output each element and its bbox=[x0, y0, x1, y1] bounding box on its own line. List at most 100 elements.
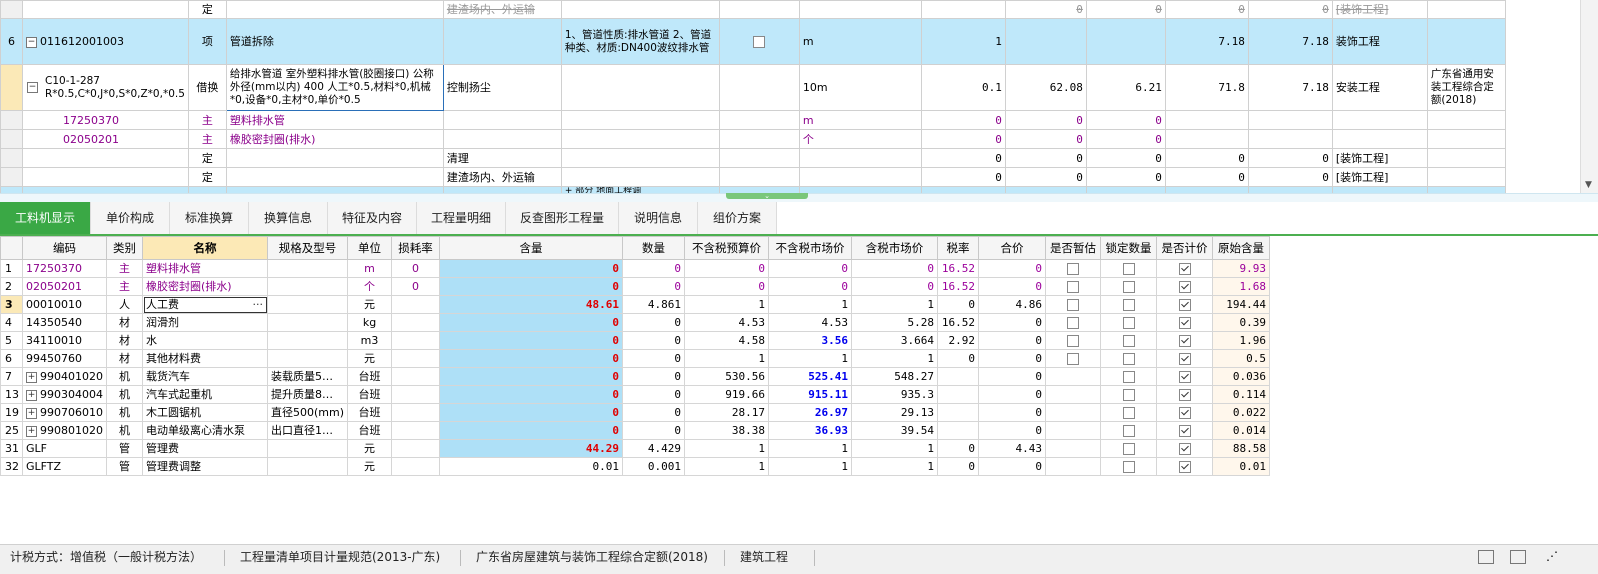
bill-cell-p2[interactable]: 0 bbox=[1085, 110, 1166, 130]
material-cell-loss[interactable]: 0 bbox=[391, 277, 441, 296]
bill-cell-p2[interactable]: 0 bbox=[1085, 129, 1166, 149]
material-cell-rownum[interactable]: 25 bbox=[0, 421, 23, 440]
material-cell-spec[interactable]: 装载质量5… bbox=[266, 367, 349, 386]
material-cell-content[interactable]: 0 bbox=[439, 259, 624, 278]
bill-cell-type[interactable]: 定 bbox=[187, 148, 227, 168]
material-cell-total[interactable]: 0 bbox=[978, 349, 1047, 368]
checkbox-icon[interactable] bbox=[1122, 371, 1135, 383]
column-header-original-content[interactable]: 原始含量 bbox=[1212, 236, 1271, 260]
material-cell-tax-rate[interactable] bbox=[937, 385, 980, 404]
bill-cell-type[interactable]: 定 bbox=[187, 167, 227, 187]
material-cell-is-estimate[interactable] bbox=[1045, 421, 1102, 440]
material-cell-category[interactable]: 材 bbox=[106, 331, 143, 350]
material-cell-lock-qty[interactable] bbox=[1100, 277, 1158, 296]
material-cell-is-estimate[interactable] bbox=[1045, 385, 1102, 404]
material-cell-content[interactable]: 0 bbox=[439, 385, 624, 404]
material-cell-market-price[interactable]: 1 bbox=[768, 439, 853, 458]
checked-icon[interactable] bbox=[1178, 389, 1191, 401]
bill-cell-code[interactable]: 17250370 bbox=[22, 110, 189, 130]
material-cell-market-price[interactable]: 915.11 bbox=[768, 385, 853, 404]
material-cell-is-priced[interactable] bbox=[1156, 439, 1214, 458]
material-cell-is-priced[interactable] bbox=[1156, 313, 1214, 332]
material-cell-loss[interactable] bbox=[391, 295, 441, 314]
bill-cell-code[interactable] bbox=[22, 167, 189, 187]
material-cell-tax-rate[interactable]: 16.52 bbox=[937, 277, 980, 296]
material-cell-market-price-tax[interactable]: 0 bbox=[851, 259, 939, 278]
material-cell-category[interactable]: 机 bbox=[106, 367, 143, 386]
bill-cell-prof[interactable]: [装饰工程] bbox=[1331, 148, 1428, 168]
bill-cell-p2[interactable] bbox=[1085, 18, 1166, 65]
bill-cell-chk[interactable] bbox=[718, 0, 800, 19]
bill-cell-type[interactable]: 借换 bbox=[187, 64, 227, 111]
material-cell-original-content[interactable]: 0.01 bbox=[1212, 457, 1271, 476]
material-cell-total[interactable]: 0 bbox=[978, 403, 1047, 422]
material-cell-name[interactable]: 橡胶密封圈(排水) bbox=[142, 277, 268, 296]
bill-cell-p3[interactable]: 7.18 bbox=[1164, 18, 1249, 65]
material-cell-code[interactable]: 17250370 bbox=[22, 259, 107, 278]
material-cell-code[interactable]: 34110010 bbox=[22, 331, 107, 350]
material-cell-unit[interactable]: 台班 bbox=[347, 367, 393, 386]
bill-cell-unit[interactable]: m bbox=[798, 18, 922, 65]
bill-cell-std[interactable] bbox=[1426, 148, 1506, 168]
material-cell-total[interactable]: 0 bbox=[978, 385, 1047, 404]
checked-icon[interactable] bbox=[1178, 461, 1191, 473]
tab-standard-conversion[interactable]: 标准换算 bbox=[170, 202, 249, 234]
material-cell-original-content[interactable]: 1.96 bbox=[1212, 331, 1271, 350]
checkbox-icon[interactable] bbox=[1122, 461, 1135, 473]
material-cell-category[interactable]: 管 bbox=[106, 457, 143, 476]
material-cell-category[interactable]: 机 bbox=[106, 421, 143, 440]
bill-cell-num[interactable] bbox=[0, 148, 23, 168]
bill-cell-num[interactable] bbox=[0, 110, 23, 130]
bill-cell-p1[interactable]: 0 bbox=[1004, 0, 1087, 19]
checkbox-icon[interactable] bbox=[1067, 353, 1080, 365]
material-cell-budget-price[interactable]: 4.53 bbox=[684, 313, 770, 332]
material-cell-budget-price[interactable]: 530.56 bbox=[684, 367, 770, 386]
material-cell-is-estimate[interactable] bbox=[1045, 403, 1102, 422]
material-cell-content[interactable]: 0 bbox=[439, 349, 624, 368]
material-cell-code[interactable]: +990706010 bbox=[22, 403, 107, 422]
material-cell-market-price-tax[interactable]: 1 bbox=[851, 295, 939, 314]
bill-cell-chk[interactable] bbox=[718, 129, 800, 149]
material-row[interactable]: 3 00010010 人 人工费 ··· 元 48.61 4.861 1 1 1 0 4.86 194.4… bbox=[0, 295, 1271, 314]
material-cell-is-priced[interactable] bbox=[1156, 421, 1214, 440]
bill-cell-std[interactable]: 广东省通用安装工程综合定额(2018) bbox=[1426, 64, 1506, 111]
material-cell-lock-qty[interactable] bbox=[1100, 439, 1158, 458]
bill-cell-qty[interactable]: 0 bbox=[920, 148, 1006, 168]
bill-cell-name[interactable] bbox=[225, 0, 444, 19]
material-cell-market-price-tax[interactable]: 1 bbox=[851, 457, 939, 476]
material-cell-budget-price[interactable]: 1 bbox=[684, 295, 770, 314]
upper-vertical-scrollbar[interactable]: ▼ bbox=[1580, 0, 1598, 193]
bill-cell-qty[interactable] bbox=[920, 0, 1006, 19]
bill-cell-feature[interactable]: 清理 bbox=[442, 148, 562, 168]
material-cell-loss[interactable] bbox=[391, 421, 441, 440]
material-cell-is-priced[interactable] bbox=[1156, 457, 1214, 476]
material-cell-quantity[interactable]: 4.861 bbox=[622, 295, 686, 314]
bill-cell-code[interactable]: 02050201 bbox=[22, 129, 189, 149]
material-cell-market-price[interactable]: 1 bbox=[768, 295, 853, 314]
bill-cell-prof[interactable]: 装饰工程 bbox=[1331, 18, 1428, 65]
bill-cell-p3[interactable] bbox=[1164, 110, 1249, 130]
bill-cell-unit[interactable] bbox=[798, 167, 922, 187]
scroll-down-arrow-icon[interactable]: ▼ bbox=[1585, 180, 1592, 190]
column-header-is-estimate[interactable]: 是否暂估 bbox=[1045, 236, 1102, 260]
checked-icon[interactable] bbox=[1178, 281, 1191, 293]
material-cell-spec[interactable]: 直径500(mm) bbox=[266, 403, 349, 422]
material-cell-unit[interactable]: 元 bbox=[347, 349, 393, 368]
bill-cell-qty[interactable]: 0 bbox=[920, 110, 1006, 130]
material-cell-content[interactable]: 0 bbox=[439, 421, 624, 440]
tab-material-display[interactable]: 工料机显示 bbox=[0, 202, 91, 234]
material-cell-unit[interactable]: kg bbox=[347, 313, 393, 332]
material-cell-total[interactable]: 4.43 bbox=[978, 439, 1047, 458]
material-cell-content[interactable]: 0 bbox=[439, 367, 624, 386]
view-icon[interactable] bbox=[1478, 550, 1494, 564]
checkbox-icon[interactable] bbox=[1122, 335, 1135, 347]
material-cell-name[interactable]: 塑料排水管 bbox=[142, 259, 268, 278]
material-cell-code[interactable]: GLF bbox=[22, 439, 107, 458]
checked-icon[interactable] bbox=[1178, 443, 1191, 455]
material-row[interactable]: 1 17250370 主 塑料排水管 m 0 0 0 0 0 0 16.52 0 9.93 bbox=[0, 259, 1271, 278]
material-cell-market-price-tax[interactable]: 1 bbox=[851, 349, 939, 368]
checked-icon[interactable] bbox=[1178, 335, 1191, 347]
material-cell-spec[interactable] bbox=[266, 277, 349, 296]
material-cell-code[interactable]: +990801020 bbox=[22, 421, 107, 440]
checkbox-icon[interactable] bbox=[1122, 425, 1135, 437]
